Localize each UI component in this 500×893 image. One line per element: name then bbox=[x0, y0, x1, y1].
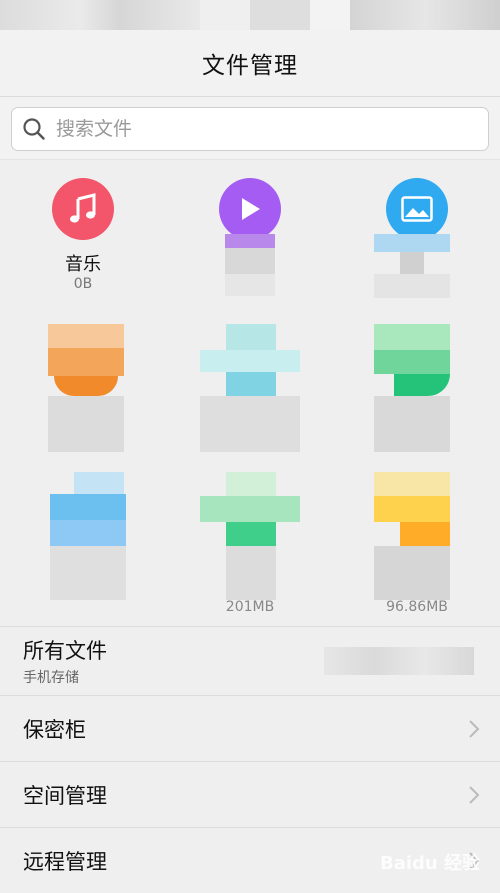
pixelated-storage-info bbox=[324, 647, 474, 675]
category-document[interactable] bbox=[18, 320, 148, 470]
pixelated-icon bbox=[48, 324, 124, 454]
chevron-right-icon bbox=[468, 719, 480, 739]
pixelated-label bbox=[225, 234, 275, 304]
play-icon bbox=[219, 178, 281, 240]
all-files-row[interactable]: 所有文件 手机存储 bbox=[0, 626, 500, 695]
status-bar bbox=[0, 0, 500, 30]
header: 文件管理 bbox=[0, 30, 500, 97]
music-icon bbox=[52, 178, 114, 240]
search-input[interactable] bbox=[54, 117, 358, 141]
search-box[interactable] bbox=[11, 107, 489, 151]
pixelated-icon bbox=[50, 472, 126, 602]
pixelated-label bbox=[374, 234, 450, 304]
search-bar bbox=[0, 97, 500, 160]
category-video[interactable] bbox=[185, 178, 315, 328]
category-archive[interactable] bbox=[352, 320, 482, 470]
space-management-row[interactable]: 空间管理 bbox=[0, 761, 500, 827]
chevron-right-icon bbox=[468, 785, 480, 805]
category-size: 0B bbox=[18, 276, 148, 292]
row-label: 保密柜 bbox=[23, 714, 500, 744]
pixelated-icon bbox=[200, 472, 300, 602]
category-other-1[interactable] bbox=[18, 472, 148, 622]
category-other-2[interactable]: 201MB bbox=[185, 472, 315, 622]
category-label: 音乐 bbox=[18, 250, 148, 276]
pixelated-icon bbox=[374, 472, 450, 602]
pixelated-icon bbox=[200, 324, 300, 454]
row-label: 空间管理 bbox=[23, 780, 500, 810]
search-icon bbox=[22, 117, 46, 141]
category-apps[interactable] bbox=[185, 320, 315, 470]
category-size: 96.86MB bbox=[352, 599, 482, 615]
watermark: Baidu 经验 bbox=[380, 849, 480, 875]
category-image[interactable] bbox=[352, 178, 482, 328]
category-other-3[interactable]: 96.86MB bbox=[352, 472, 482, 622]
safe-box-row[interactable]: 保密柜 bbox=[0, 695, 500, 761]
pixelated-icon bbox=[374, 324, 450, 454]
image-icon bbox=[386, 178, 448, 240]
category-music[interactable]: 音乐 0B bbox=[18, 178, 148, 328]
category-size: 201MB bbox=[185, 599, 315, 615]
category-grid: 音乐 0B bbox=[0, 160, 500, 626]
page-title: 文件管理 bbox=[202, 46, 298, 80]
